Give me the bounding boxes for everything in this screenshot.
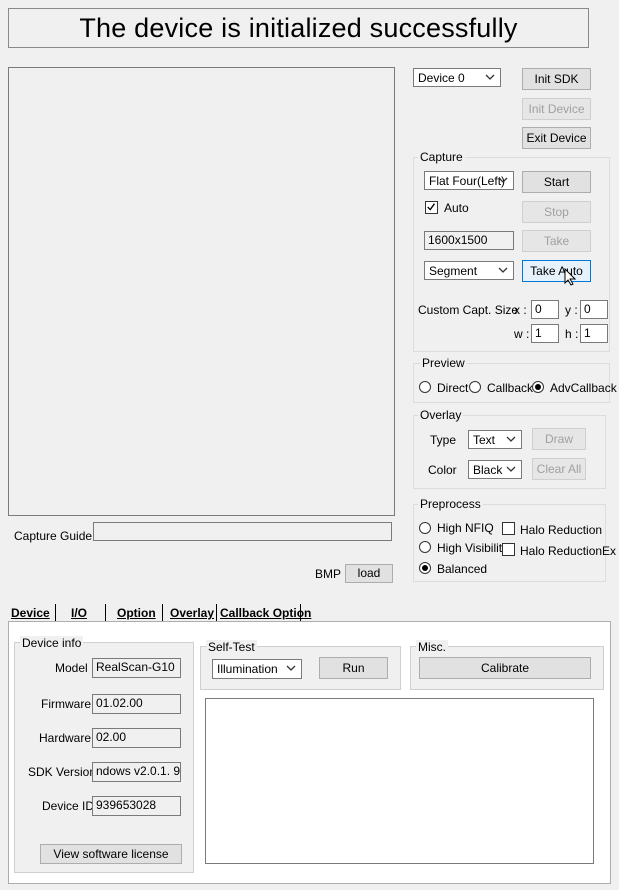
h-label: h : bbox=[565, 327, 579, 341]
y-field[interactable]: 0 bbox=[580, 300, 608, 319]
status-banner: The device is initialized successfully bbox=[8, 8, 589, 48]
capture-guide-field bbox=[93, 522, 392, 541]
tab-device[interactable]: Device bbox=[11, 606, 50, 620]
chevron-down-icon bbox=[506, 436, 516, 442]
halo-reduction-ex-label: Halo ReductionEx bbox=[520, 544, 617, 558]
halo-reduction-label: Halo Reduction bbox=[520, 523, 603, 537]
init-device-button[interactable]: Init Device bbox=[522, 98, 591, 120]
y-label: y : bbox=[565, 303, 578, 317]
firmware-label: Firmware bbox=[41, 697, 91, 711]
segment-select[interactable]: Segment bbox=[424, 261, 514, 280]
self-test-title: Self-Test bbox=[206, 640, 257, 654]
capture-mode-value: Flat Four(Left) bbox=[429, 174, 506, 188]
capture-size-field[interactable]: 1600x1500 bbox=[424, 231, 514, 250]
mouse-cursor-icon bbox=[564, 268, 576, 286]
calibrate-button[interactable]: Calibrate bbox=[419, 657, 591, 679]
overlay-type-label: Type bbox=[430, 433, 457, 447]
high-nfiq-label: High NFIQ bbox=[437, 521, 494, 535]
segment-value: Segment bbox=[429, 264, 478, 278]
auto-label: Auto bbox=[444, 201, 469, 215]
capture-mode-select[interactable]: Flat Four(Left) bbox=[424, 171, 514, 190]
tab-overlay[interactable]: Overlay bbox=[170, 606, 214, 620]
chevron-down-icon bbox=[485, 74, 495, 80]
advcallback-radio[interactable] bbox=[532, 381, 544, 393]
h-field[interactable]: 1 bbox=[580, 324, 608, 343]
view-license-button[interactable]: View software license bbox=[40, 844, 182, 864]
chevron-down-icon bbox=[498, 267, 508, 273]
preprocess-group-title: Preprocess bbox=[418, 497, 483, 511]
device-select[interactable]: Device 0 bbox=[413, 68, 501, 87]
capture-group-title: Capture bbox=[418, 150, 465, 164]
overlay-color-select[interactable]: Black bbox=[468, 460, 522, 479]
x-label: x : bbox=[514, 303, 527, 317]
tab-separator bbox=[300, 604, 301, 621]
high-nfiq-radio[interactable] bbox=[419, 522, 431, 534]
chevron-down-icon bbox=[286, 665, 296, 671]
device-info-title: Device info bbox=[20, 636, 84, 650]
fingerprint-preview bbox=[8, 67, 395, 516]
overlay-type-select[interactable]: Text bbox=[468, 430, 522, 449]
chevron-down-icon bbox=[506, 466, 516, 472]
advcallback-label: AdvCallback bbox=[550, 381, 617, 395]
device-id-field: 939653028 bbox=[92, 796, 181, 816]
high-visibility-radio[interactable] bbox=[419, 541, 431, 553]
init-sdk-button[interactable]: Init SDK bbox=[522, 68, 591, 90]
self-test-value: Illumination bbox=[217, 662, 278, 676]
device-id-label: Device ID bbox=[42, 799, 95, 813]
overlay-group-title: Overlay bbox=[418, 408, 464, 422]
balanced-label: Balanced bbox=[437, 562, 488, 576]
custom-size-label: Custom Capt. Size bbox=[418, 303, 519, 317]
sdk-version-label: SDK Version bbox=[28, 765, 97, 779]
hardware-label: Hardware bbox=[39, 731, 92, 745]
halo-reduction-ex-checkbox[interactable] bbox=[502, 543, 515, 556]
model-label: Model bbox=[55, 661, 88, 675]
take-auto-button[interactable]: Take Auto bbox=[522, 260, 591, 282]
direct-label: Direct bbox=[437, 381, 469, 395]
callback-radio[interactable] bbox=[469, 381, 481, 393]
device-select-value: Device 0 bbox=[418, 71, 465, 85]
tab-separator bbox=[162, 604, 163, 621]
load-button[interactable]: load bbox=[345, 564, 393, 583]
tab-io[interactable]: I/O bbox=[71, 606, 87, 620]
w-label: w : bbox=[514, 327, 530, 341]
direct-radio[interactable] bbox=[419, 381, 431, 393]
overlay-type-value: Text bbox=[473, 433, 496, 447]
misc-title: Misc. bbox=[416, 640, 448, 654]
start-button[interactable]: Start bbox=[522, 171, 591, 193]
clear-all-button[interactable]: Clear All bbox=[532, 458, 586, 480]
overlay-color-label: Color bbox=[428, 463, 457, 477]
tab-separator bbox=[55, 604, 56, 621]
stop-button[interactable]: Stop bbox=[522, 201, 591, 223]
chevron-down-icon bbox=[498, 177, 508, 183]
exit-device-button[interactable]: Exit Device bbox=[522, 127, 591, 149]
auto-checkbox[interactable] bbox=[425, 201, 438, 214]
callback-label: Callback bbox=[487, 381, 534, 395]
bmp-label: BMP bbox=[315, 567, 342, 581]
tab-separator bbox=[105, 604, 106, 621]
x-field[interactable]: 0 bbox=[531, 300, 559, 319]
hardware-field: 02.00 bbox=[92, 728, 181, 748]
log-textarea[interactable] bbox=[205, 698, 594, 864]
high-visibility-label: High Visibility bbox=[437, 541, 509, 555]
draw-button[interactable]: Draw bbox=[532, 428, 586, 450]
overlay-color-value: Black bbox=[473, 463, 503, 477]
balanced-radio[interactable] bbox=[419, 562, 431, 574]
w-field[interactable]: 1 bbox=[531, 324, 559, 343]
sdk-version-field: ndows v2.0.1. 915 bbox=[92, 762, 181, 782]
run-button[interactable]: Run bbox=[319, 657, 388, 679]
self-test-select[interactable]: Illumination bbox=[212, 659, 302, 679]
model-field: RealScan-G10 bbox=[92, 658, 181, 678]
tab-callback-option[interactable]: Callback Option bbox=[220, 606, 311, 620]
checkmark-icon bbox=[427, 203, 436, 211]
capture-guide-label: Capture Guide : bbox=[14, 529, 99, 543]
tab-option[interactable]: Option bbox=[117, 606, 156, 620]
firmware-field: 01.02.00 bbox=[92, 694, 181, 714]
tab-separator bbox=[216, 604, 217, 621]
halo-reduction-checkbox[interactable] bbox=[502, 522, 515, 535]
take-button[interactable]: Take bbox=[522, 230, 591, 252]
preview-group-title: Preview bbox=[420, 356, 467, 370]
